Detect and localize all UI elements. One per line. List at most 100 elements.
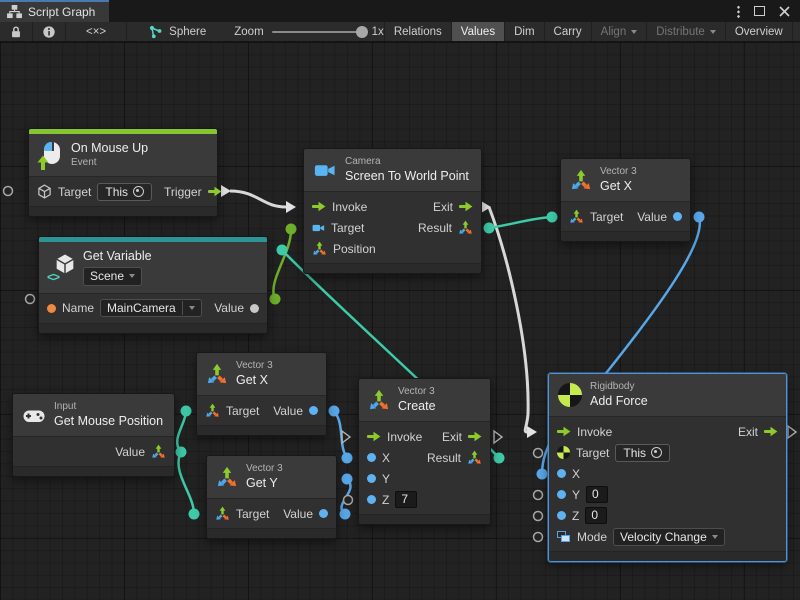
graph-canvas[interactable]: On Mouse Up Event Target This Trigger	[0, 42, 800, 600]
carry-toggle[interactable]: Carry	[544, 22, 591, 41]
wire-exit-to-addforce-invoke[interactable]	[489, 207, 528, 432]
y-label: Y	[572, 488, 580, 502]
vector3-port-icon[interactable]	[467, 450, 482, 465]
invoke-flow-icon[interactable]	[557, 426, 571, 437]
port-create-exit-empty[interactable]	[494, 431, 502, 443]
zoom-value: 1x	[372, 26, 384, 38]
port-addforce-y-empty[interactable]	[534, 491, 543, 500]
value-port[interactable]	[673, 212, 682, 221]
distribute-dropdown[interactable]: Distribute	[646, 22, 725, 41]
name-port[interactable]	[47, 304, 56, 313]
node-title: Get Y	[246, 476, 283, 492]
name-label: Name	[62, 301, 94, 315]
script-graph-window: Script Graph <×> Sphere Zoom 1x Relation…	[0, 0, 800, 600]
target-object-name: Sphere	[169, 26, 206, 38]
node-get-y[interactable]: Vector 3 Get Y Target Value	[206, 455, 337, 539]
node-add-force[interactable]: Rigidbody Add Force Invoke Exit Target T…	[548, 373, 787, 562]
vector3-port-icon[interactable]	[458, 220, 473, 235]
y-port[interactable]	[367, 474, 376, 483]
object-picker-icon	[651, 447, 662, 458]
port-addforce-mode-empty[interactable]	[534, 533, 543, 542]
port-create-invoke-empty[interactable]	[342, 431, 350, 443]
result-label: Result	[418, 221, 452, 235]
value-port[interactable]	[250, 304, 259, 313]
overview-button[interactable]: Overview	[725, 22, 792, 41]
camera-port-icon	[312, 223, 325, 233]
wire-mouse-to-getx-target[interactable]	[177, 411, 186, 452]
exit-flow-icon[interactable]	[459, 201, 473, 212]
node-get-mouse-position[interactable]: Input Get Mouse Position Value	[12, 393, 175, 477]
info-button[interactable]	[33, 22, 66, 41]
invoke-flow-icon[interactable]	[367, 431, 381, 442]
node-get-x[interactable]: Vector 3 Get X Target Value	[196, 352, 327, 436]
port-create-z-empty[interactable]	[344, 496, 353, 505]
node-get-x-top[interactable]: Vector 3 Get X Target Value	[560, 158, 691, 242]
force-mode-dropdown[interactable]: Velocity Change	[613, 528, 725, 546]
node-title: Create	[398, 399, 436, 415]
zoom-slider[interactable]	[272, 31, 364, 33]
wire-mouse-to-gety-target[interactable]	[178, 452, 194, 514]
tab-script-graph[interactable]: Script Graph	[0, 0, 109, 22]
wire-variable-to-camera-target[interactable]	[273, 230, 291, 299]
vector3-port-icon[interactable]	[569, 209, 584, 224]
z-port[interactable]	[557, 511, 566, 520]
node-get-variable[interactable]: <> Get Variable Scene Name MainCamera Va…	[38, 236, 268, 334]
node-on-mouse-up[interactable]: On Mouse Up Event Target This Trigger	[28, 128, 218, 217]
port-addforce-exit-empty[interactable]	[788, 426, 796, 438]
port-variable-input-empty[interactable]	[26, 295, 35, 304]
chevron-down-icon	[631, 30, 637, 34]
z-value-field[interactable]: 7	[395, 491, 417, 508]
variable-name-dropdown[interactable]: MainCamera	[100, 299, 202, 317]
port-camera-exit-out[interactable]	[481, 201, 491, 213]
lock-button[interactable]	[0, 22, 33, 41]
port-addforce-invoke-arrow[interactable]	[527, 426, 537, 438]
mouse-up-icon	[38, 142, 63, 168]
values-toggle[interactable]: Values	[451, 22, 504, 41]
zoom-slider-handle[interactable]	[356, 26, 368, 38]
code-view-button[interactable]: <×>	[66, 22, 127, 41]
trigger-flow-icon[interactable]	[208, 186, 222, 197]
exit-flow-icon[interactable]	[468, 431, 482, 442]
dim-toggle[interactable]: Dim	[504, 22, 543, 41]
align-dropdown[interactable]: Align	[591, 22, 647, 41]
lock-icon	[9, 25, 23, 39]
vector3-port-icon[interactable]	[312, 241, 327, 256]
port-mouseup-input-empty[interactable]	[4, 187, 13, 196]
wire-getx-to-create-x[interactable]	[334, 411, 347, 458]
port-addforce-target-empty[interactable]	[534, 449, 543, 458]
close-icon[interactable]	[779, 6, 790, 17]
y-port[interactable]	[557, 490, 566, 499]
rigidbody-port-icon[interactable]	[557, 446, 570, 459]
variable-scope-dropdown[interactable]: Scene	[83, 267, 142, 286]
vector3-port-icon[interactable]	[151, 444, 166, 459]
vector3-port-icon[interactable]	[205, 403, 220, 418]
invoke-flow-icon[interactable]	[312, 201, 326, 212]
wire-trigger-to-invoke[interactable]	[230, 191, 286, 207]
menu-kebab-icon[interactable]	[737, 5, 740, 18]
relations-toggle[interactable]: Relations	[384, 22, 451, 41]
vector3-port-icon[interactable]	[215, 506, 230, 521]
wire-camera-result-to-getx-target[interactable]	[489, 217, 552, 228]
maximize-icon[interactable]	[754, 6, 765, 16]
z-value-field[interactable]: 0	[585, 507, 607, 524]
port-addforce-z-empty[interactable]	[534, 512, 543, 521]
y-value-field[interactable]: 0	[586, 486, 608, 503]
force-mode-icon[interactable]	[557, 531, 571, 543]
this-object-button[interactable]: This	[97, 183, 152, 201]
x-port[interactable]	[557, 469, 566, 478]
this-object-button[interactable]: This	[615, 444, 670, 462]
value-port[interactable]	[319, 509, 328, 518]
node-create-vector-3[interactable]: Vector 3 Create Invoke Exit X Result	[358, 378, 491, 525]
x-port[interactable]	[367, 453, 376, 462]
z-port[interactable]	[367, 495, 376, 504]
node-screen-to-world-point[interactable]: Camera Screen To World Point Invoke Exit…	[303, 148, 482, 274]
full-screen-button[interactable]: Full Screen	[792, 22, 800, 41]
port-camera-invoke-arrow[interactable]	[286, 201, 296, 213]
value-port[interactable]	[309, 406, 318, 415]
port-trigger-out[interactable]	[221, 185, 231, 197]
zoom-label: Zoom	[234, 26, 263, 38]
vector3-icon	[368, 389, 390, 411]
exit-flow-icon[interactable]	[764, 426, 778, 437]
wire-gety-to-create-y[interactable]	[341, 479, 350, 514]
node-footer	[561, 231, 690, 241]
